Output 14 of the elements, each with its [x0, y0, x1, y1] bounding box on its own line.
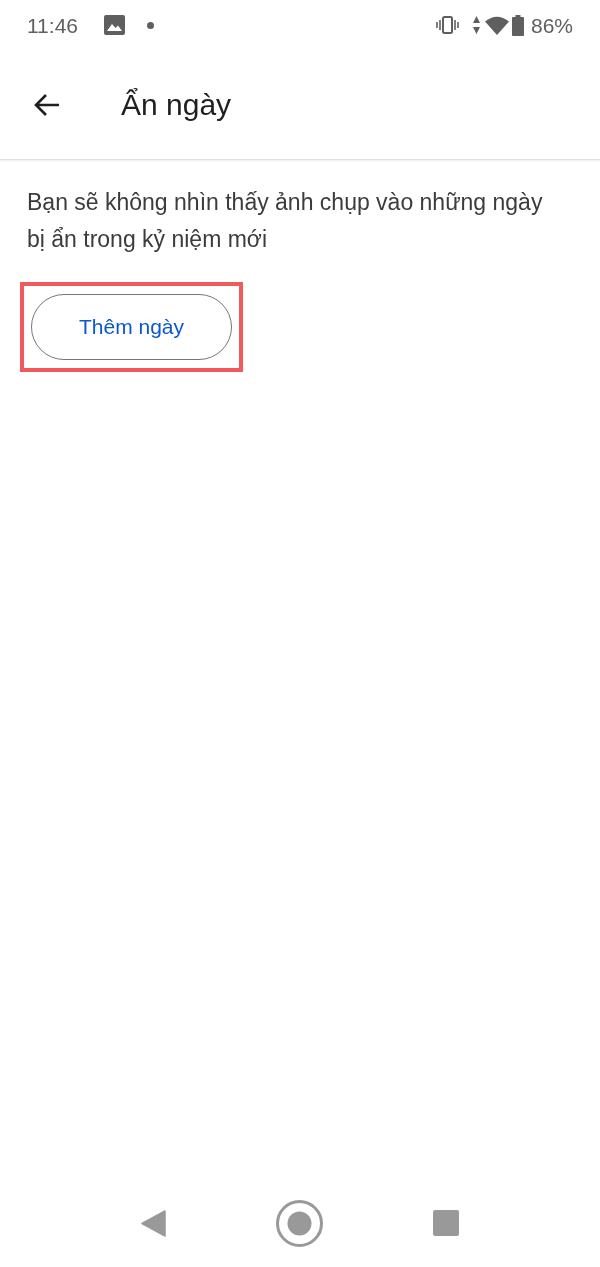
wifi-icon — [484, 15, 509, 35]
battery-icon — [511, 14, 524, 36]
add-date-button[interactable]: Thêm ngày — [31, 294, 232, 360]
page-title: Ẩn ngày — [121, 89, 232, 120]
notification-dot-icon — [147, 21, 154, 29]
status-time: 11:46 — [27, 14, 78, 36]
data-arrows-icon — [472, 16, 480, 34]
vibrate-icon — [435, 16, 459, 34]
description-text: Bạn sẽ không nhìn thấy ảnh chụp vào những ngày bị ẩn trong kỷ niệm mới — [27, 188, 544, 254]
battery-percent: 86% — [530, 14, 573, 36]
back-arrow-icon — [32, 92, 60, 117]
home-icon[interactable] — [276, 1199, 323, 1247]
back-icon[interactable] — [141, 1209, 166, 1237]
image-icon — [104, 15, 125, 35]
